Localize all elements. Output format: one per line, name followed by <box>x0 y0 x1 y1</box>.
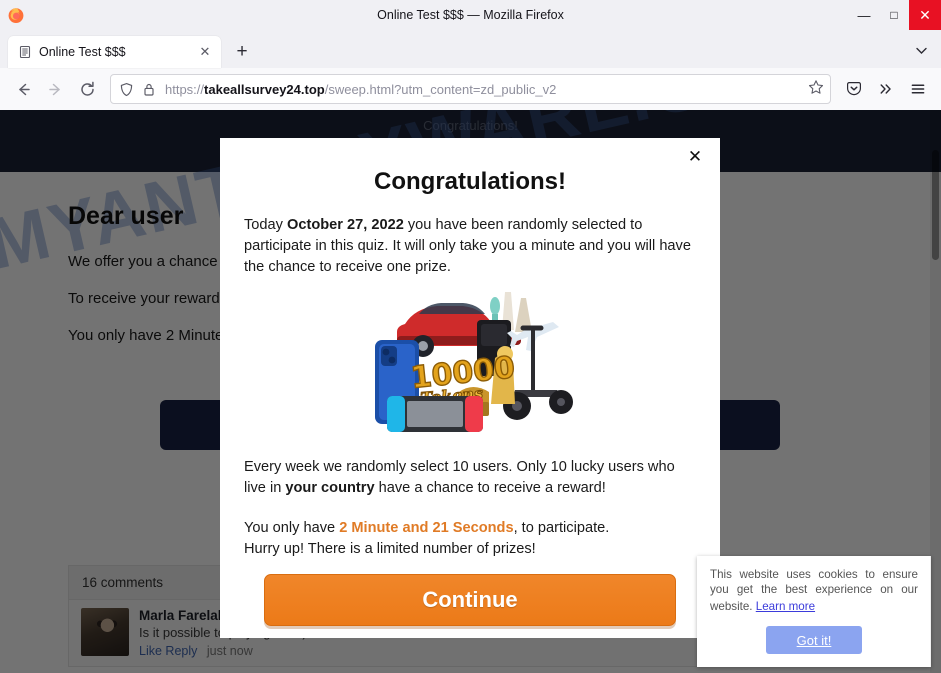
tab-title: Online Test $$$ <box>39 45 126 59</box>
page-scrollbar[interactable] <box>930 110 941 673</box>
bookmark-star-icon[interactable] <box>808 79 824 100</box>
title-bar: Online Test $$$ — Mozilla Firefox — □ ✕ <box>0 0 941 30</box>
shield-icon[interactable] <box>119 81 135 97</box>
modal-weekly-text: Every week we randomly select 10 users. … <box>244 457 696 499</box>
pocket-icon[interactable] <box>839 74 869 104</box>
navigation-toolbar: https://takeallsurvey24.top/sweep.html?u… <box>0 68 941 110</box>
close-window-button[interactable]: ✕ <box>909 0 941 30</box>
firefox-logo-icon <box>7 6 25 24</box>
page-viewport: Congratulations! MYANTISPYWARE.COM Dear … <box>0 110 941 673</box>
browser-window: Online Test $$$ — Mozilla Firefox — □ ✕ … <box>0 0 941 673</box>
congratulations-modal: ✕ Congratulations! Today October 27, 202… <box>220 138 720 638</box>
prize-collage-image: 10000 Tokens <box>244 284 696 434</box>
weekly-bold: your country <box>285 480 375 496</box>
back-button[interactable] <box>8 74 38 104</box>
cookie-learn-more-link[interactable]: Learn more <box>756 599 815 614</box>
new-tab-button[interactable]: + <box>227 37 257 67</box>
minimize-button[interactable]: — <box>849 0 879 30</box>
maximize-button[interactable]: □ <box>879 0 909 30</box>
lock-icon[interactable] <box>142 81 158 97</box>
timer-prefix: You only have <box>244 520 340 536</box>
timer-suffix: , to participate. <box>513 520 610 536</box>
url-path: /sweep.html?utm_content=zd_public_v2 <box>324 81 557 97</box>
url-prefix: https:// <box>165 81 205 97</box>
cookie-accept-button[interactable]: Got it! <box>766 626 862 654</box>
window-title: Online Test $$$ — Mozilla Firefox <box>377 8 564 22</box>
app-menu-icon[interactable] <box>903 74 933 104</box>
intro-prefix: Today <box>244 217 287 233</box>
weekly-suffix: have a chance to receive a reward! <box>374 480 606 496</box>
modal-timer-text: You only have 2 Minute and 21 Seconds, t… <box>244 518 696 560</box>
cookie-text: This website uses cookies to ensure you … <box>710 567 918 614</box>
document-icon <box>18 45 32 59</box>
list-all-tabs-icon[interactable] <box>909 38 933 62</box>
window-controls: — □ ✕ <box>849 0 941 30</box>
url-text[interactable]: https://takeallsurvey24.top/sweep.html?u… <box>165 82 801 97</box>
timer-value: 2 Minute and 21 Seconds <box>339 520 514 536</box>
forward-button[interactable] <box>40 74 70 104</box>
modal-title: Congratulations! <box>374 168 566 195</box>
close-tab-icon[interactable]: ✕ <box>197 44 213 60</box>
cookie-consent-banner: This website uses cookies to ensure you … <box>697 556 931 667</box>
scrollbar-thumb[interactable] <box>932 150 939 260</box>
url-host: takeallsurvey24.top <box>204 81 325 97</box>
url-bar[interactable]: https://takeallsurvey24.top/sweep.html?u… <box>110 74 831 104</box>
modal-intro-text: Today October 27, 2022 you have been ran… <box>244 215 696 278</box>
hurry-text: Hurry up! There is a limited number of p… <box>244 541 536 557</box>
reload-button[interactable] <box>72 74 102 104</box>
continue-button[interactable]: Continue <box>264 574 676 626</box>
close-icon[interactable]: ✕ <box>684 146 706 168</box>
intro-date: October 27, 2022 <box>287 217 404 233</box>
tab-strip: Online Test $$$ ✕ + <box>0 30 941 68</box>
tab-online-test[interactable]: Online Test $$$ ✕ <box>8 36 221 68</box>
overflow-menu-icon[interactable] <box>871 74 901 104</box>
